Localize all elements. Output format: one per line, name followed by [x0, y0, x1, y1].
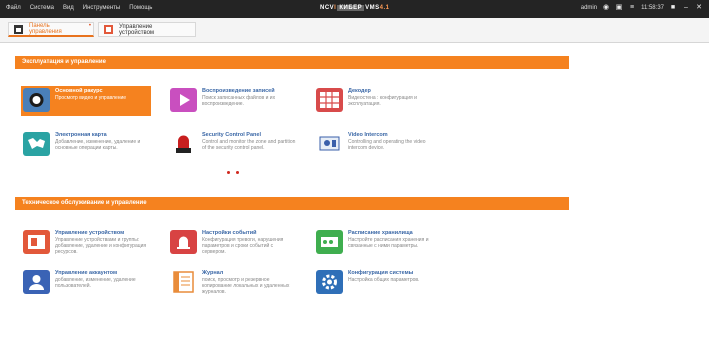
tile-title: Расписание хранилища: [348, 230, 413, 236]
tab-label: Панель управления: [29, 23, 62, 35]
tile-desc: Конфигурация тревоги, нарушения параметр…: [202, 237, 284, 255]
tile-desc: Поиск записанных файлов и их воспроизвед…: [202, 95, 276, 107]
close-icon[interactable]: ✕: [695, 4, 703, 12]
section-header: Техническое обслуживание и управление: [15, 197, 569, 210]
tab-control-panel[interactable]: Панель управления •: [8, 22, 94, 37]
emap-tile[interactable]: Электронная карта Добавление, изменение, …: [21, 130, 151, 160]
tile-desc: Управление устройствами и группы: добавл…: [55, 237, 147, 255]
tile-title: Настройки событий: [202, 230, 257, 236]
tile-title: Управление устройством: [55, 230, 125, 236]
menu-tools[interactable]: Инструменты: [83, 5, 120, 11]
tab-bar: Панель управления • Управление устройств…: [0, 18, 709, 43]
account-icon[interactable]: ◉: [602, 4, 610, 12]
tile-desc: добавление, изменение, удаление пользова…: [55, 277, 136, 289]
menu-system[interactable]: Система: [30, 5, 54, 11]
log-tile[interactable]: Журнал поиск, просмотр и резервное копиро…: [168, 268, 298, 298]
tile-desc: поиск, просмотр и резервное копирование …: [202, 277, 290, 295]
tile-desc: Просмотр видео и управление: [55, 95, 127, 101]
tile-desc: Control and monitor the zone and partiti…: [202, 139, 296, 151]
log-icon: [170, 270, 197, 294]
device-icon: [23, 230, 50, 254]
tile-desc: Настройка общих параметров.: [348, 277, 420, 283]
menu-bar: Файл Система Вид Инструменты Помощь: [6, 5, 152, 11]
account-management-tile[interactable]: Управление аккаунтом добавление, изменени…: [21, 268, 151, 298]
tile-desc: Настройте расписания хранения и связанны…: [348, 237, 429, 249]
tile-title: Управление аккаунтом: [55, 270, 118, 276]
playback-tile[interactable]: Воспроизведение записей Поиск записанных …: [168, 86, 298, 116]
tile-title: Воспроизведение записей: [202, 88, 275, 94]
clock: 11:58:37: [641, 5, 664, 11]
page-dot[interactable]: [236, 171, 239, 174]
gear-icon: [316, 270, 343, 294]
video-intercom-tile[interactable]: Video Intercom Controlling and operating …: [314, 130, 444, 160]
tab-indicator: •: [88, 23, 91, 29]
storage-schedule-tile[interactable]: Расписание хранилища Настройте расписания…: [314, 228, 444, 258]
tile-desc: Видеостена : конфигурация и эксплуатация…: [348, 95, 417, 107]
app-logo: NCVI КИБЕР VMS4.1: [320, 5, 390, 11]
section-header: Эксплуатация и управление: [15, 56, 569, 69]
device-management-tile[interactable]: Управление устройством Управление устройс…: [21, 228, 151, 258]
tile-title: Video Intercom: [348, 132, 388, 138]
page-dot[interactable]: [227, 171, 230, 174]
tab-label: Управление устройством: [119, 23, 155, 36]
control-panel: Эксплуатация и управление Основной ракур…: [0, 43, 709, 353]
menu-file[interactable]: Файл: [6, 5, 21, 11]
screen-icon[interactable]: ▣: [615, 4, 623, 12]
event-settings-tile[interactable]: Настройки событий Конфигурация тревоги, н…: [168, 228, 298, 258]
tile-title: Конфигурация системы: [348, 270, 414, 276]
tile-title: Журнал: [202, 270, 224, 276]
hdd-icon[interactable]: ≡: [628, 4, 636, 12]
home-icon: [14, 24, 23, 34]
menu-view[interactable]: Вид: [63, 5, 74, 11]
intercom-icon: [316, 132, 343, 156]
system-config-tile[interactable]: Конфигурация системы Настройка общих пара…: [314, 268, 444, 298]
page-indicator[interactable]: [227, 171, 239, 174]
tile-title: Security Control Panel: [202, 132, 261, 138]
decoder-tile[interactable]: Декодер Видеостена : конфигурация и экспл…: [314, 86, 444, 116]
menu-help[interactable]: Помощь: [129, 5, 152, 11]
device-tab-icon: [104, 25, 113, 34]
status-area: admin ◉ ▣ ≡ 11:58:37 ■ – ✕: [581, 4, 703, 12]
username[interactable]: admin: [581, 5, 597, 11]
lock-icon[interactable]: ■: [669, 4, 677, 12]
play-icon: [170, 88, 197, 112]
tab-device-management[interactable]: Управление устройством: [98, 22, 196, 37]
bell-icon: [170, 230, 197, 254]
tile-desc: Добавление, изменение, удаление и основн…: [55, 139, 141, 151]
security-panel-tile[interactable]: Security Control Panel Control and monito…: [168, 130, 298, 160]
tile-desc: Controlling and operating the video inte…: [348, 139, 426, 151]
grid-icon: [316, 88, 343, 112]
minimize-icon[interactable]: –: [682, 4, 690, 12]
title-bar: Файл Система Вид Инструменты Помощь NCVI…: [0, 0, 709, 18]
camera-icon: [23, 88, 50, 112]
tile-title: Электронная карта: [55, 132, 107, 138]
main-view-tile[interactable]: Основной ракурс Просмотр видео и управлен…: [21, 86, 151, 116]
user-icon: [23, 270, 50, 294]
alarm-icon: [170, 132, 197, 156]
map-icon: [23, 132, 50, 156]
tile-title: Декодер: [348, 88, 371, 94]
tile-title: Основной ракурс: [55, 88, 103, 94]
storage-icon: [316, 230, 343, 254]
